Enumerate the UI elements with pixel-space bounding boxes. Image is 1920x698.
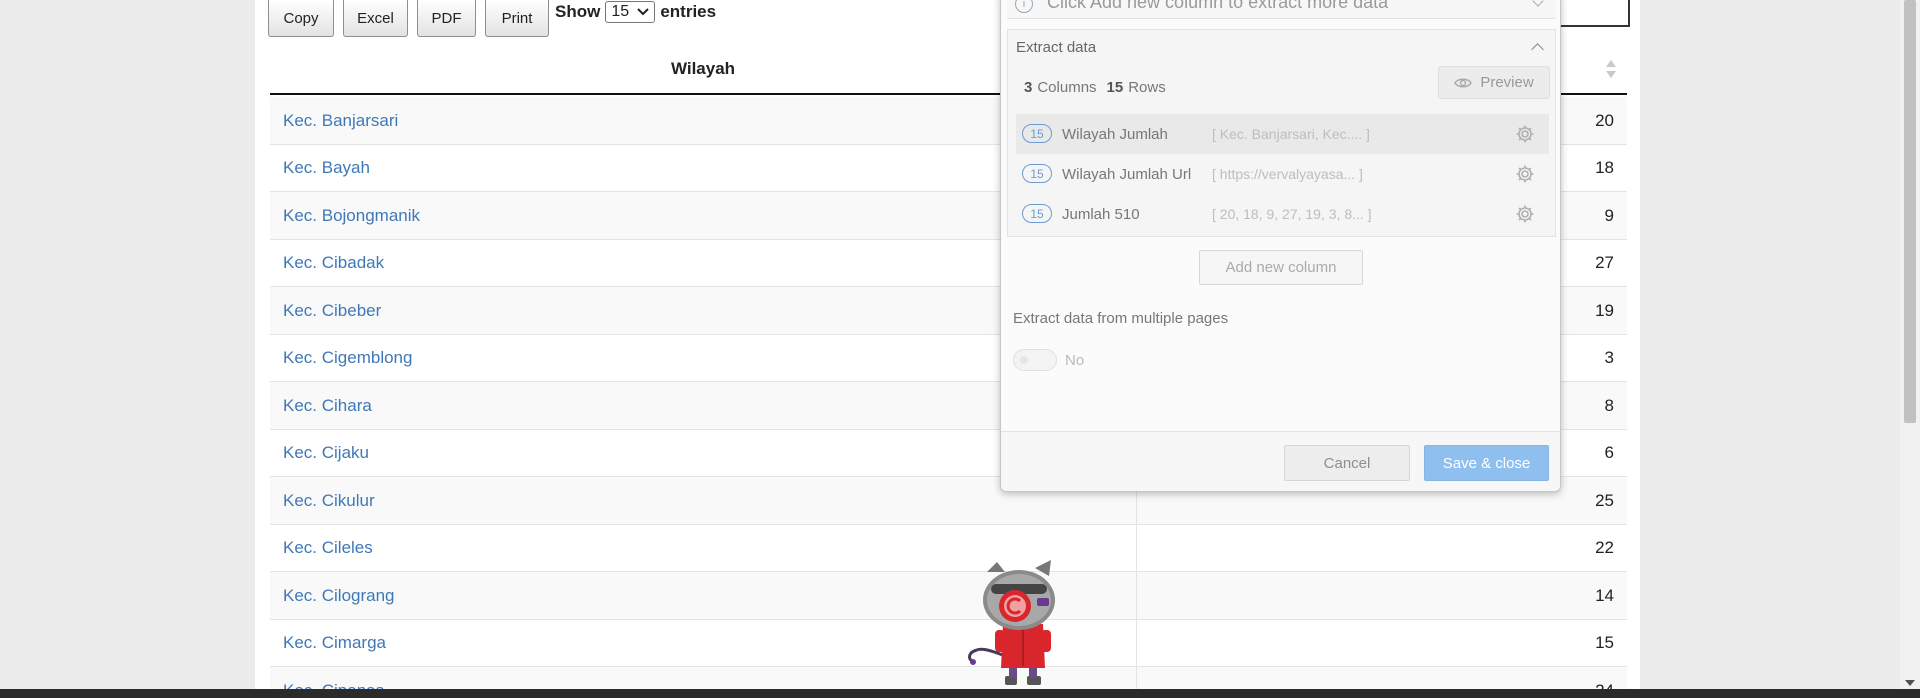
excel-button[interactable]: Excel [343,0,408,37]
sort-icon[interactable] [1605,60,1617,80]
vertical-scrollbar[interactable] [1900,0,1920,690]
extract-data-section: Extract data 3 Columns 15 Rows Preview 1… [1007,29,1556,237]
column-sample-values: [ https://vervalyayasa... ] [1212,166,1363,182]
jumlah-value: 22 [1595,538,1614,557]
wilayah-link[interactable]: Kec. Cilograng [283,572,395,619]
table-row: Kec. Cimarga 15 [270,619,1627,667]
add-new-column-button[interactable]: Add new column [1199,250,1363,285]
wilayah-link[interactable]: Kec. Bojongmanik [283,192,420,239]
column-list: 15 Wilayah Jumlah [ Kec. Banjarsari, Kec..… [1016,114,1549,234]
entries-select[interactable]: 15 [605,1,656,23]
rows-label: Rows [1128,78,1166,96]
wilayah-link[interactable]: Kec. Banjarsari [283,97,398,144]
columns-count: 3 [1024,78,1033,96]
multi-page-toggle[interactable] [1013,349,1057,371]
jumlah-value: 3 [1604,348,1614,367]
wilayah-link[interactable]: Kec. Cileles [283,525,373,572]
scroll-down-arrow-icon[interactable] [1905,680,1915,686]
scrollbar-thumb[interactable] [1904,0,1916,423]
column-count-badge: 15 [1022,124,1052,143]
column-name: Jumlah 510 [1062,205,1140,223]
column-divider [1136,572,1137,619]
wilayah-link[interactable]: Kec. Bayah [283,145,370,192]
show-label: Show [555,2,601,21]
wilayah-link[interactable]: Kec. Cibadak [283,240,384,287]
jumlah-value: 8 [1604,395,1614,415]
taskbar [0,689,1920,698]
robot-cat-mascot-icon[interactable] [965,558,1075,688]
column-name: Wilayah Jumlah [1062,125,1168,143]
copy-button[interactable]: Copy [268,0,334,37]
extract-column-row[interactable]: 15 Wilayah Jumlah Url [ https://vervalyaya… [1016,154,1549,194]
toggle-knob [1020,356,1028,364]
dialog-footer: Cancel Save & close [1001,431,1560,491]
pdf-button[interactable]: PDF [417,0,476,37]
preview-label: Preview [1480,74,1534,91]
wilayah-link[interactable]: Kec. Cijaku [283,430,369,477]
jumlah-value: 18 [1595,158,1614,177]
rows-count: 15 [1106,78,1124,96]
info-icon: i [1015,0,1033,13]
column-sample-values: [ 20, 18, 9, 27, 19, 3, 8... ] [1212,206,1372,222]
multi-page-title: Extract data from multiple pages [1013,310,1229,327]
wilayah-link[interactable]: Kec. Cigemblong [283,335,412,382]
page-length-control: Show 15 entries [555,0,716,24]
jumlah-value: 14 [1595,585,1614,605]
jumlah-value: 25 [1595,490,1614,510]
chevron-down-icon [637,8,650,16]
extract-data-dialog: i Click Add new column to extract more d… [1000,0,1561,492]
jumlah-value: 9 [1604,205,1614,225]
table-row: Kec. Cilograng 14 [270,572,1627,620]
search-input[interactable] [1555,0,1630,27]
jumlah-value: 19 [1595,300,1614,320]
wilayah-link[interactable]: Kec. Cibeber [283,287,381,334]
columns-label: Columns [1037,78,1097,96]
jumlah-value: 20 [1595,110,1614,130]
entries-select-value: 15 [611,3,630,20]
print-button[interactable]: Print [485,0,549,37]
multi-page-toggle-label: No [1065,351,1085,369]
extract-column-row[interactable]: 15 Wilayah Jumlah [ Kec. Banjarsari, Kec..… [1016,114,1549,154]
column-name: Wilayah Jumlah Url [1062,165,1192,183]
column-divider [1136,524,1137,572]
cancel-button[interactable]: Cancel [1284,445,1410,481]
column-divider [1136,619,1137,667]
jumlah-value: 6 [1604,443,1614,462]
section-title: Extract data [1016,39,1097,56]
table-row: Kec. Cileles 22 [270,524,1627,572]
entries-label: entries [660,2,717,21]
hint-bar: i Click Add new column to extract more d… [1007,0,1556,19]
preview-button[interactable]: Preview [1438,66,1550,99]
wilayah-link[interactable]: Kec. Cikulur [283,477,375,524]
extract-column-row[interactable]: 15 Jumlah 510 [ 20, 18, 9, 27, 19, 3, 8...… [1016,194,1549,234]
jumlah-value: 15 [1595,633,1614,652]
gear-icon[interactable] [1515,164,1535,184]
save-and-close-button[interactable]: Save & close [1424,445,1549,481]
gear-icon[interactable] [1515,204,1535,224]
chevron-up-icon[interactable] [1531,43,1544,56]
column-count-badge: 15 [1022,164,1052,183]
chevron-down-icon[interactable] [1532,0,1544,7]
column-count-badge: 15 [1022,204,1052,223]
jumlah-value: 27 [1595,253,1614,272]
wilayah-link[interactable]: Kec. Cihara [283,382,372,429]
wilayah-link[interactable]: Kec. Cimarga [283,620,386,667]
column-sample-values: [ Kec. Banjarsari, Kec.... ] [1212,126,1370,142]
gear-icon[interactable] [1515,124,1535,144]
extract-summary: 3 Columns 15 Rows [1024,65,1166,109]
hint-text: Click Add new column to extract more dat… [1047,0,1389,12]
eye-icon [1454,78,1473,87]
